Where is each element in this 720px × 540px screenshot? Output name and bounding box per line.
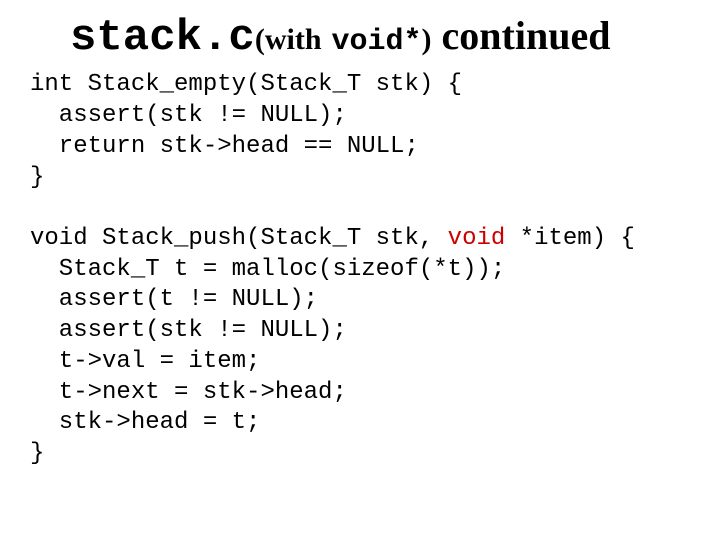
code-line: stk->head = t;: [30, 409, 260, 436]
code-line: t->val = item;: [30, 348, 260, 375]
title-filename: stack.c: [70, 13, 255, 63]
code-line: t->next = stk->head;: [30, 379, 347, 406]
title-continued: continued: [442, 13, 611, 58]
code-line: }: [30, 440, 44, 467]
title-paren-close: ): [422, 23, 432, 56]
code-line: assert(stk != NULL);: [30, 317, 347, 344]
code-line: int Stack_empty(Stack_T stk) {: [30, 71, 462, 98]
code-line: return stk->head == NULL;: [30, 133, 419, 160]
slide: stack.c(with void*) continued int Stack_…: [0, 0, 720, 540]
code-line: Stack_T t = malloc(sizeof(*t));: [30, 256, 505, 283]
title-paren-open: (with: [255, 23, 322, 56]
code-line: }: [30, 164, 44, 191]
slide-title: stack.c(with void*) continued: [30, 14, 690, 62]
title-voidstar: void*: [332, 25, 422, 59]
code-line: assert(stk != NULL);: [30, 102, 347, 129]
code-block: int Stack_empty(Stack_T stk) { assert(st…: [30, 70, 690, 469]
code-line: void Stack_push(Stack_T stk,: [30, 225, 448, 252]
code-line: *item) {: [505, 225, 635, 252]
code-line: assert(t != NULL);: [30, 286, 318, 313]
code-keyword-void: void: [448, 225, 506, 252]
